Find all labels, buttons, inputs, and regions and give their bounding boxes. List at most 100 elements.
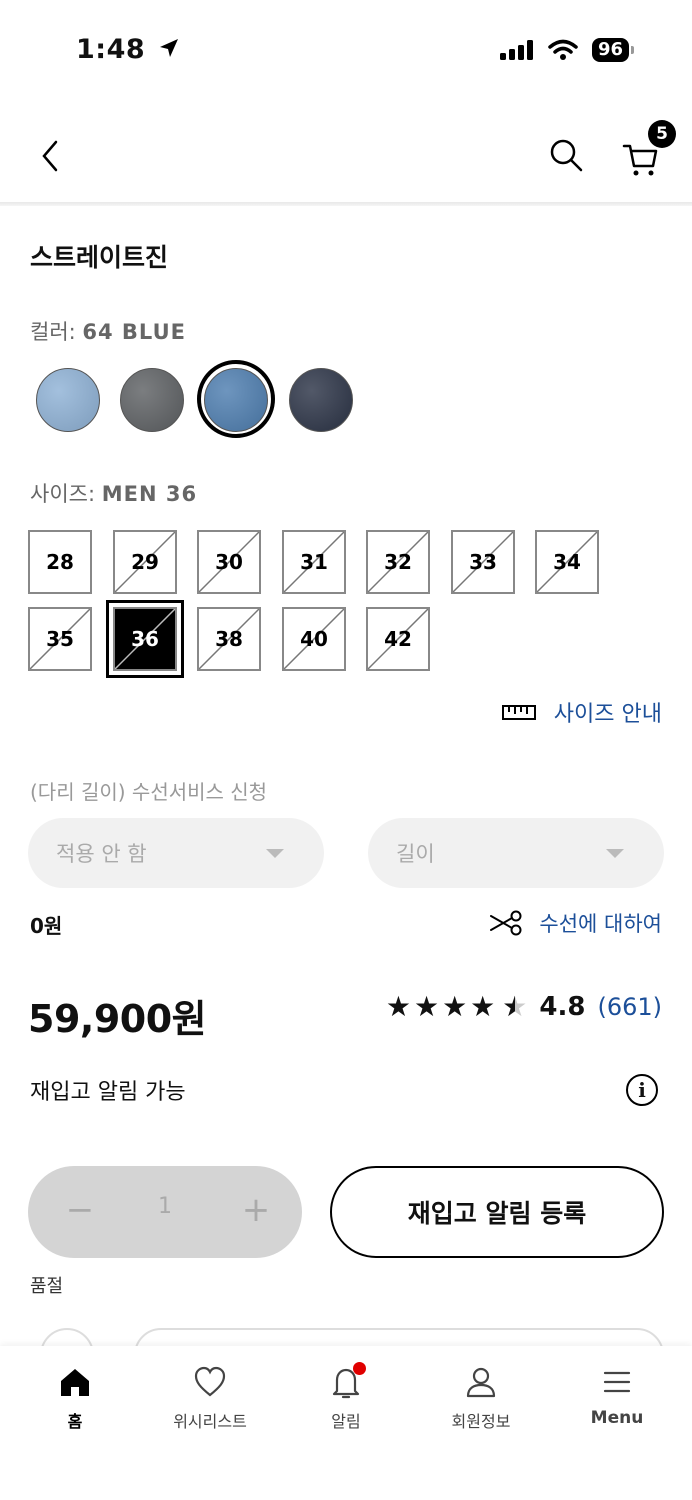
top-navigation: 5	[0, 110, 692, 202]
size-guide-link[interactable]: 사이즈 안내	[501, 696, 662, 728]
product-price: 59,900원	[28, 997, 207, 1041]
color-value: 64 BLUE	[82, 320, 186, 344]
partially-hidden-actions	[0, 1326, 692, 1346]
size-option-label: 42	[384, 627, 412, 651]
size-option-label: 28	[46, 550, 74, 574]
tab-alerts[interactable]: 알림	[286, 1362, 406, 1432]
battery-level: 96	[591, 38, 629, 62]
color-swatch-navy[interactable]	[289, 368, 353, 432]
size-value: MEN 36	[101, 482, 198, 506]
tab-home-label: 홈	[67, 1412, 83, 1431]
alteration-info-link[interactable]: 수선에 대하여	[489, 908, 662, 938]
tab-wishlist-label: 위시리스트	[173, 1412, 247, 1431]
tab-alerts-label: 알림	[331, 1412, 361, 1431]
bottom-tab-bar: 홈 위시리스트 알림 회원정보 Menu	[0, 1346, 692, 1500]
tab-member[interactable]: 회원정보	[421, 1364, 541, 1432]
search-button[interactable]	[545, 134, 589, 178]
heart-icon	[192, 1364, 228, 1400]
rating-value: 4.8	[539, 991, 586, 1022]
alteration-price: 0원	[30, 914, 63, 938]
scissors-icon	[490, 910, 522, 936]
tab-wishlist[interactable]: 위시리스트	[150, 1364, 270, 1432]
alteration-info-label: 수선에 대하여	[539, 912, 662, 936]
size-option-label: 34	[553, 550, 581, 574]
tab-menu-label: Menu	[590, 1408, 644, 1428]
size-option-label: 29	[131, 550, 159, 574]
peek-pill-button[interactable]	[134, 1328, 664, 1346]
size-option-label: 31	[300, 550, 328, 574]
color-label-prefix: 컬러:	[30, 320, 83, 344]
cart-count-badge: 5	[648, 120, 676, 148]
battery-icon: 96	[591, 38, 634, 62]
quantity-value: 1	[158, 1194, 172, 1219]
size-option-42[interactable]: 42	[366, 607, 430, 671]
size-option-33[interactable]: 33	[451, 530, 515, 594]
cart-button[interactable]: 5	[620, 120, 676, 182]
size-option-label: 36	[131, 627, 159, 651]
size-option-34[interactable]: 34	[535, 530, 599, 594]
back-button[interactable]	[30, 134, 70, 178]
color-swatch-gray[interactable]	[120, 368, 184, 432]
time-text: 1:48	[76, 34, 146, 65]
info-icon[interactable]: i	[626, 1074, 658, 1106]
size-option-label: 30	[215, 550, 243, 574]
review-count[interactable]: (661)	[597, 993, 662, 1021]
ruler-icon	[501, 705, 536, 720]
status-time: 1:48	[76, 34, 181, 65]
search-icon	[550, 139, 583, 172]
header-divider	[0, 202, 692, 206]
size-option-label: 40	[300, 627, 328, 651]
location-arrow-icon	[160, 39, 179, 57]
size-option-label: 32	[384, 550, 412, 574]
status-bar: 1:48 96	[0, 0, 692, 100]
size-option-label: 33	[469, 550, 497, 574]
size-option-30[interactable]: 30	[197, 530, 261, 594]
star-rating-icons: ★★★★	[385, 990, 499, 1023]
quantity-increase-button[interactable]: +	[238, 1188, 274, 1232]
size-option-35[interactable]: 35	[28, 607, 92, 671]
hamburger-menu-icon	[599, 1364, 635, 1400]
selected-swatch-ring	[197, 360, 275, 438]
wifi-icon	[548, 39, 578, 60]
size-option-38[interactable]: 38	[197, 607, 261, 671]
color-swatch-light-blue[interactable]	[36, 368, 100, 432]
soldout-label: 품절	[30, 1276, 64, 1297]
tab-member-label: 회원정보	[451, 1412, 511, 1431]
bell-icon	[328, 1362, 366, 1400]
size-option-label: 38	[215, 627, 243, 651]
cellular-signal-icon	[499, 40, 533, 60]
alteration-label: (다리 길이) 수선서비스 신청	[30, 780, 268, 804]
size-label: 사이즈: MEN 36	[30, 478, 197, 508]
status-icons: 96	[499, 38, 634, 62]
notification-dot	[353, 1362, 366, 1375]
chevron-left-icon	[42, 140, 58, 172]
rating[interactable]: ★★★★ ★ ★ 4.8 (661)	[386, 990, 662, 1023]
size-label-prefix: 사이즈:	[30, 482, 102, 506]
size-guide-label: 사이즈 안내	[553, 702, 662, 727]
alteration-length-select[interactable]: 길이	[368, 818, 664, 888]
size-option-29[interactable]: 29	[113, 530, 177, 594]
alteration-length-value: 길이	[396, 842, 435, 866]
size-option-36[interactable]: 36	[106, 600, 184, 678]
size-option-40[interactable]: 40	[282, 607, 346, 671]
user-icon	[463, 1364, 499, 1400]
color-label: 컬러: 64 BLUE	[30, 316, 186, 346]
alteration-apply-value: 적용 안 함	[56, 842, 147, 866]
quantity-decrease-button[interactable]: −	[62, 1188, 98, 1232]
product-title: 스트레이트진	[30, 243, 169, 272]
size-option-31[interactable]: 31	[282, 530, 346, 594]
tab-menu[interactable]: Menu	[557, 1364, 677, 1428]
chevron-down-icon	[606, 849, 624, 858]
size-option-label: 35	[46, 627, 74, 651]
chevron-down-icon	[266, 849, 284, 858]
restock-available-text: 재입고 알림 가능	[30, 1080, 186, 1105]
peek-circle-button[interactable]	[40, 1328, 94, 1346]
size-option-28[interactable]: 28	[28, 530, 92, 594]
home-icon	[57, 1364, 93, 1400]
half-star-icon: ★ ★	[502, 989, 528, 1023]
restock-alert-button[interactable]: 재입고 알림 등록	[330, 1166, 664, 1258]
alteration-apply-select[interactable]: 적용 안 함	[28, 818, 324, 888]
size-option-32[interactable]: 32	[366, 530, 430, 594]
quantity-stepper: − 1 +	[28, 1166, 302, 1258]
tab-home[interactable]: 홈	[15, 1364, 135, 1432]
